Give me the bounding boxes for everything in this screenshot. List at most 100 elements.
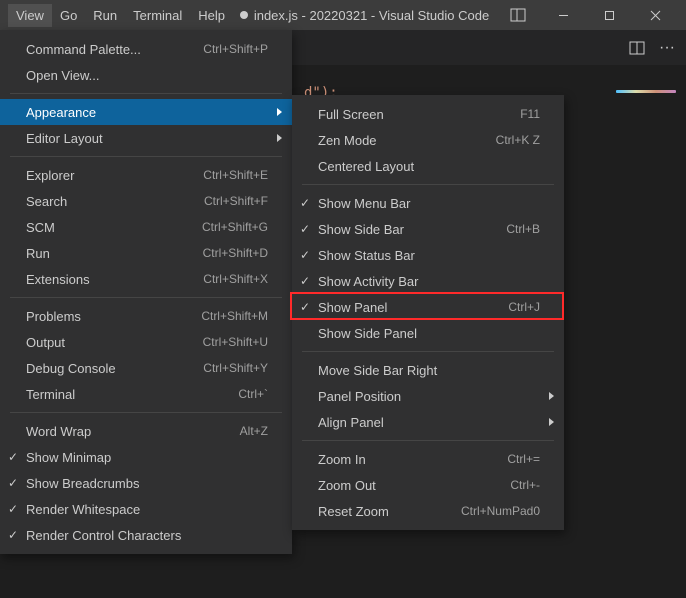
view-menu-item-render-whitespace[interactable]: Render Whitespace [0, 496, 292, 522]
view-menu: Command Palette...Ctrl+Shift+P Open View.… [0, 30, 292, 554]
menu-separator [10, 156, 282, 157]
menu-item-shortcut: Ctrl+Shift+Y [203, 361, 268, 375]
appearance-menu-item-align-panel[interactable]: Align Panel [292, 409, 564, 435]
view-menu-item-editor-layout[interactable]: Editor Layout [0, 125, 292, 151]
menu-separator [302, 351, 554, 352]
menu-item-shortcut: Ctrl+Shift+U [203, 335, 268, 349]
view-menu-item-terminal[interactable]: TerminalCtrl+` [0, 381, 292, 407]
menu-item-shortcut: Ctrl+Shift+E [203, 168, 268, 182]
menu-item-shortcut: Ctrl+Shift+X [203, 272, 268, 286]
view-menu-item-show-minimap[interactable]: Show Minimap [0, 444, 292, 470]
menubar-terminal[interactable]: Terminal [125, 4, 190, 27]
view-menu-item-open-view[interactable]: Open View... [0, 62, 292, 88]
view-menu-item-run[interactable]: RunCtrl+Shift+D [0, 240, 292, 266]
appearance-menu-item-centered-layout[interactable]: Centered Layout [292, 153, 564, 179]
menu-item-label: Zoom Out [318, 478, 510, 493]
view-menu-item-debug-console[interactable]: Debug ConsoleCtrl+Shift+Y [0, 355, 292, 381]
appearance-menu-item-show-activity-bar[interactable]: Show Activity Bar [292, 268, 564, 294]
view-menu-item-problems[interactable]: ProblemsCtrl+Shift+M [0, 303, 292, 329]
menu-separator [302, 184, 554, 185]
menu-item-shortcut: Ctrl+K Z [496, 133, 540, 147]
menu-item-shortcut: Ctrl+NumPad0 [461, 504, 540, 518]
menu-item-label: Render Whitespace [26, 502, 268, 517]
menu-separator [10, 412, 282, 413]
view-menu-item-appearance[interactable]: Appearance [0, 99, 292, 125]
menu-item-label: Show Breadcrumbs [26, 476, 268, 491]
view-menu-item-scm[interactable]: SCMCtrl+Shift+G [0, 214, 292, 240]
split-editor-icon[interactable] [626, 37, 648, 59]
appearance-menu-item-zen-mode[interactable]: Zen ModeCtrl+K Z [292, 127, 564, 153]
menu-item-shortcut: Ctrl+Shift+G [202, 220, 268, 234]
menu-item-label: Show Panel [318, 300, 508, 315]
appearance-menu-item-zoom-out[interactable]: Zoom OutCtrl+- [292, 472, 564, 498]
menu-item-label: Extensions [26, 272, 203, 287]
menubar-view[interactable]: View [8, 4, 52, 27]
view-menu-item-output[interactable]: OutputCtrl+Shift+U [0, 329, 292, 355]
appearance-menu-item-show-status-bar[interactable]: Show Status Bar [292, 242, 564, 268]
menu-item-shortcut: F11 [520, 107, 540, 121]
close-button[interactable] [632, 0, 678, 30]
menu-separator [10, 93, 282, 94]
view-menu-item-word-wrap[interactable]: Word WrapAlt+Z [0, 418, 292, 444]
layout-toggle-icon[interactable] [496, 0, 540, 30]
appearance-menu-item-show-side-bar[interactable]: Show Side BarCtrl+B [292, 216, 564, 242]
view-menu-item-command-palette[interactable]: Command Palette...Ctrl+Shift+P [0, 36, 292, 62]
menu-item-shortcut: Alt+Z [240, 424, 268, 438]
view-menu-item-extensions[interactable]: ExtensionsCtrl+Shift+X [0, 266, 292, 292]
view-menu-item-render-control-characters[interactable]: Render Control Characters [0, 522, 292, 548]
appearance-menu-item-reset-zoom[interactable]: Reset ZoomCtrl+NumPad0 [292, 498, 564, 524]
menubar-run[interactable]: Run [85, 4, 125, 27]
menu-item-label: Appearance [26, 105, 268, 120]
menu-item-shortcut: Ctrl+Shift+D [203, 246, 268, 260]
window-title: index.js - 20220321 - Visual Studio Code [233, 8, 496, 23]
menu-item-label: Reset Zoom [318, 504, 461, 519]
menu-separator [10, 297, 282, 298]
maximize-button[interactable] [586, 0, 632, 30]
menu-item-label: Show Minimap [26, 450, 268, 465]
menu-item-shortcut: Ctrl+B [506, 222, 540, 236]
menubar-go[interactable]: Go [52, 4, 85, 27]
view-menu-item-explorer[interactable]: ExplorerCtrl+Shift+E [0, 162, 292, 188]
menu-item-label: Zoom In [318, 452, 507, 467]
appearance-menu-item-show-side-panel[interactable]: Show Side Panel [292, 320, 564, 346]
menu-item-label: Show Activity Bar [318, 274, 540, 289]
menu-item-label: Render Control Characters [26, 528, 268, 543]
menu-item-shortcut: Ctrl+J [508, 300, 540, 314]
appearance-menu-item-panel-position[interactable]: Panel Position [292, 383, 564, 409]
menu-item-label: Debug Console [26, 361, 203, 376]
view-menu-item-search[interactable]: SearchCtrl+Shift+F [0, 188, 292, 214]
appearance-menu-item-full-screen[interactable]: Full ScreenF11 [292, 101, 564, 127]
menu-item-shortcut: Ctrl+= [507, 452, 540, 466]
chevron-right-icon [277, 108, 282, 116]
menu-item-label: Align Panel [318, 415, 540, 430]
menu-separator [302, 440, 554, 441]
menubar-help[interactable]: Help [190, 4, 233, 27]
appearance-menu-item-move-side-bar-right[interactable]: Move Side Bar Right [292, 357, 564, 383]
menu-item-label: Panel Position [318, 389, 540, 404]
menu-item-label: Run [26, 246, 203, 261]
menu-item-label: Problems [26, 309, 201, 324]
appearance-submenu: Full ScreenF11Zen ModeCtrl+K ZCentered L… [292, 95, 564, 530]
title-bar: View Go Run Terminal Help index.js - 202… [0, 0, 686, 30]
menu-item-label: Full Screen [318, 107, 520, 122]
menu-item-label: Output [26, 335, 203, 350]
view-menu-item-show-breadcrumbs[interactable]: Show Breadcrumbs [0, 470, 292, 496]
minimize-button[interactable] [540, 0, 586, 30]
menu-item-label: Show Menu Bar [318, 196, 540, 211]
menu-item-label: Move Side Bar Right [318, 363, 540, 378]
menu-item-label: Explorer [26, 168, 203, 183]
menu-item-label: Show Side Panel [318, 326, 540, 341]
appearance-menu-item-show-menu-bar[interactable]: Show Menu Bar [292, 190, 564, 216]
menu-item-label: Centered Layout [318, 159, 540, 174]
menu-item-label: Open View... [26, 68, 268, 83]
more-actions-icon[interactable]: ··· [656, 37, 678, 59]
appearance-menu-item-zoom-in[interactable]: Zoom InCtrl+= [292, 446, 564, 472]
menu-item-label: Command Palette... [26, 42, 203, 57]
menu-item-label: Show Side Bar [318, 222, 506, 237]
dirty-dot-icon [240, 11, 248, 19]
appearance-menu-item-show-panel[interactable]: Show PanelCtrl+J [292, 294, 564, 320]
menu-item-label: SCM [26, 220, 202, 235]
chevron-right-icon [549, 418, 554, 426]
minimap[interactable] [616, 90, 676, 93]
menu-item-shortcut: Ctrl+- [510, 478, 540, 492]
